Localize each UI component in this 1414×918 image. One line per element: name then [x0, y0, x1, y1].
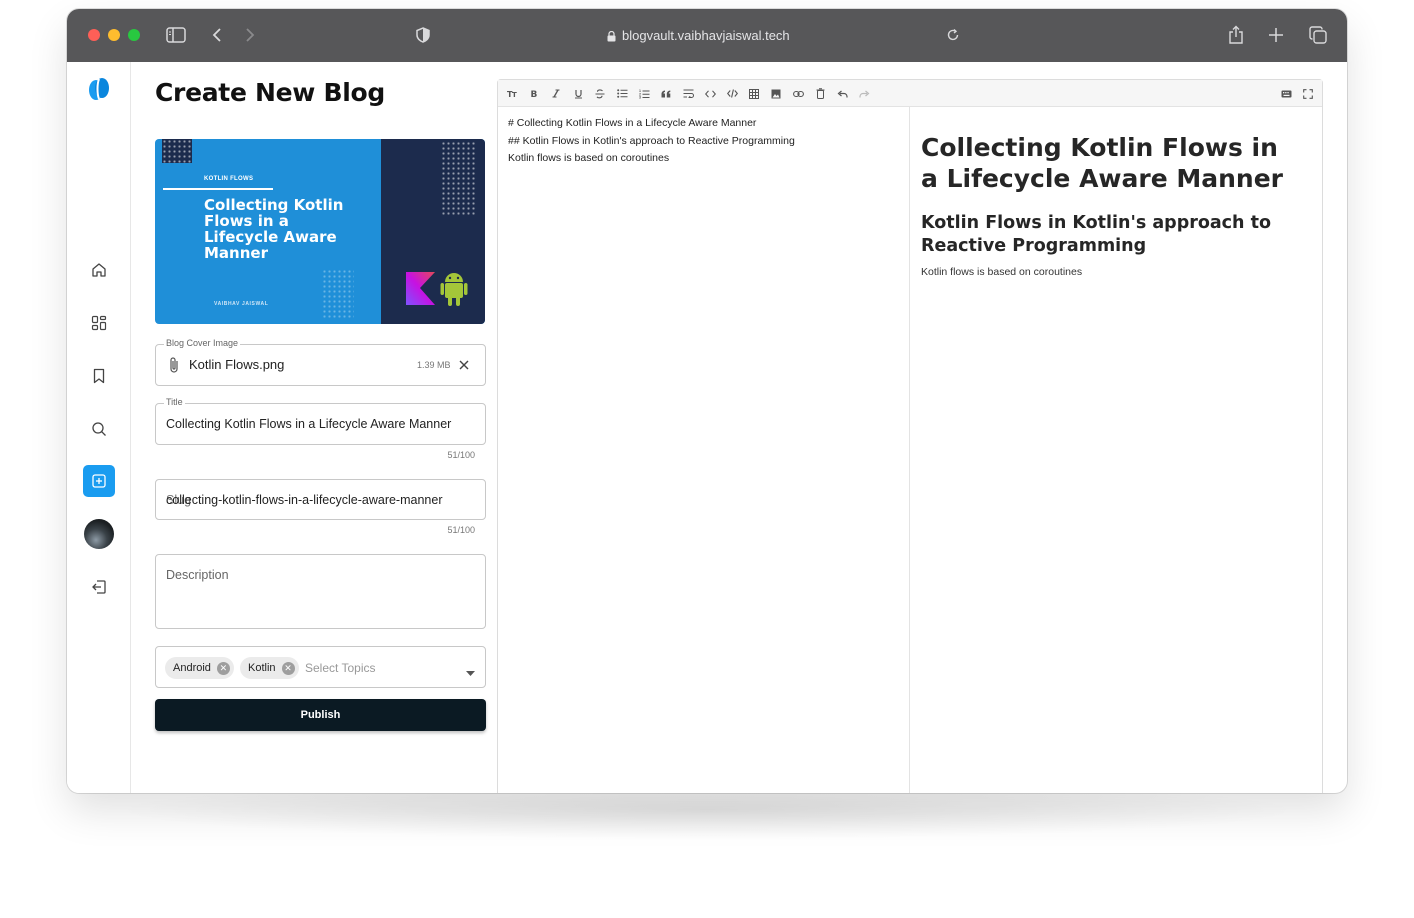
attachment-icon — [168, 356, 180, 379]
clear-icon[interactable] — [812, 86, 828, 101]
cover-filename: Kotlin Flows.png — [189, 357, 285, 372]
cover-headline: Collecting Kotlin Flows in a Lifecycle A… — [204, 196, 344, 262]
topics-select[interactable]: Android ✕ Kotlin ✕ Select Topics — [155, 646, 486, 688]
description-placeholder: Description — [166, 568, 229, 582]
svg-text:B: B — [531, 90, 538, 98]
slug-counter: 51/100 — [447, 525, 475, 535]
svg-text:3: 3 — [639, 95, 641, 98]
dropdown-arrow-icon[interactable] — [466, 664, 475, 682]
topic-chip-label: Kotlin — [248, 662, 276, 674]
markdown-line[interactable]: # Collecting Kotlin Flows in a Lifecycle… — [508, 117, 756, 129]
topics-placeholder: Select Topics — [305, 661, 376, 675]
title-legend: Title — [164, 397, 185, 407]
url-text: blogvault.vaibhavjaiswal.tech — [622, 27, 790, 43]
code-block-icon[interactable] — [724, 86, 740, 101]
slug-field[interactable]: Slug collecting-kotlin-flows-in-a-lifecy… — [155, 479, 486, 520]
preview-heading-2: Kotlin Flows in Kotlin's approach to Rea… — [921, 213, 1271, 256]
topic-chip: Kotlin ✕ — [240, 657, 299, 679]
stage: blogvault.vaibhavjaiswal.tech Create New… — [0, 0, 1414, 918]
close-window-button[interactable] — [88, 29, 100, 41]
inline-code-icon[interactable] — [702, 86, 718, 101]
wrap-icon[interactable] — [680, 86, 696, 101]
remove-file-icon[interactable] — [458, 358, 470, 376]
cover-image-legend: Blog Cover Image — [164, 338, 241, 348]
kotlin-logo — [406, 272, 435, 305]
strikethrough-icon[interactable] — [592, 86, 608, 101]
lock-icon — [607, 30, 616, 41]
bold-icon[interactable]: B — [526, 86, 542, 101]
markdown-line[interactable]: Kotlin flows is based on coroutines — [508, 152, 669, 164]
quote-icon[interactable] — [658, 86, 674, 101]
cover-author: VAIBHAV JAISWAL — [214, 301, 269, 307]
zoom-window-button[interactable] — [128, 29, 140, 41]
table-icon[interactable] — [746, 86, 762, 101]
privacy-shield-icon[interactable] — [414, 23, 432, 47]
back-icon[interactable] — [209, 23, 225, 47]
remove-chip-icon[interactable]: ✕ — [216, 661, 230, 675]
preview-paragraph: Kotlin flows is based on coroutines — [921, 266, 1083, 278]
page-title: Create New Blog — [155, 78, 385, 107]
cover-tag: KOTLIN FLOWS — [204, 176, 254, 182]
markdown-editor: TT B 123 # Collecting Kotlin Flows in a … — [497, 79, 1323, 793]
underline-icon[interactable] — [570, 86, 586, 101]
bookmark-icon[interactable] — [83, 360, 115, 392]
browser-titlebar: blogvault.vaibhavjaiswal.tech — [67, 9, 1347, 62]
editor-pane-divider[interactable] — [909, 107, 910, 793]
redo-icon[interactable] — [856, 86, 872, 101]
italic-icon[interactable] — [548, 86, 564, 101]
topic-chip-label: Android — [173, 662, 211, 674]
fullscreen-icon[interactable] — [1300, 86, 1316, 101]
link-icon[interactable] — [790, 86, 806, 101]
user-avatar[interactable] — [84, 519, 114, 549]
sidebar-toggle-icon[interactable] — [165, 23, 187, 47]
keyboard-icon[interactable] — [1278, 86, 1294, 101]
app-sidebar — [67, 62, 131, 793]
cover-filesize: 1.39 MB — [417, 360, 451, 370]
description-field[interactable]: Description — [155, 554, 486, 629]
title-field[interactable]: Title Collecting Kotlin Flows in a Lifec… — [155, 397, 486, 445]
app-logo[interactable] — [87, 76, 111, 102]
ordered-list-icon[interactable]: 123 — [636, 86, 652, 101]
minimize-window-button[interactable] — [108, 29, 120, 41]
home-icon[interactable] — [83, 254, 115, 286]
cover-image-field[interactable]: Blog Cover Image Kotlin Flows.png 1.39 M… — [155, 338, 486, 386]
address-bar[interactable]: blogvault.vaibhavjaiswal.tech — [607, 24, 807, 46]
forward-icon[interactable] — [242, 23, 258, 47]
slug-input[interactable]: collecting-kotlin-flows-in-a-lifecycle-a… — [166, 493, 442, 507]
title-input[interactable]: Collecting Kotlin Flows in a Lifecycle A… — [166, 417, 451, 431]
title-counter: 51/100 — [447, 450, 475, 460]
cover-image-preview: KOTLIN FLOWS Collecting Kotlin Flows in … — [155, 139, 485, 324]
blog-form: Create New Blog KOTLIN FLOWS Collecting … — [155, 62, 486, 793]
new-tab-icon[interactable] — [1267, 23, 1285, 47]
search-icon[interactable] — [83, 413, 115, 445]
remove-chip-icon[interactable]: ✕ — [281, 661, 295, 675]
editor-toolbar: TT B 123 — [498, 80, 1322, 107]
android-logo — [440, 273, 468, 306]
image-icon[interactable] — [768, 86, 784, 101]
reload-icon[interactable] — [945, 23, 961, 47]
share-icon[interactable] — [1227, 23, 1245, 47]
undo-icon[interactable] — [834, 86, 850, 101]
topic-chip: Android ✕ — [165, 657, 234, 679]
preview-heading-1: Collecting Kotlin Flows in a Lifecycle A… — [921, 133, 1283, 193]
create-blog-icon[interactable] — [83, 465, 115, 497]
tab-overview-icon[interactable] — [1308, 23, 1328, 47]
publish-button[interactable]: Publish — [155, 699, 486, 731]
heading-icon[interactable]: TT — [504, 86, 520, 101]
markdown-line[interactable]: ## Kotlin Flows in Kotlin's approach to … — [508, 135, 795, 147]
browser-window: blogvault.vaibhavjaiswal.tech Create New… — [67, 9, 1347, 793]
dashboard-icon[interactable] — [83, 307, 115, 339]
svg-text:T: T — [512, 91, 517, 98]
logout-icon[interactable] — [83, 571, 115, 603]
bullet-list-icon[interactable] — [614, 86, 630, 101]
